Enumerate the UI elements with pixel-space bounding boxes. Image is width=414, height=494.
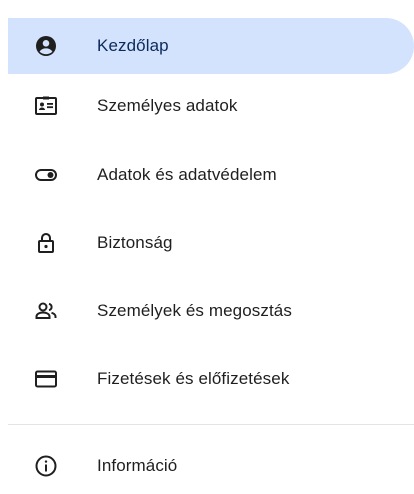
nav-item-label: Biztonság (97, 233, 173, 252)
lock-icon (34, 231, 58, 255)
id-card-icon (34, 94, 58, 118)
people-icon (34, 299, 58, 323)
nav-item-label: Információ (97, 456, 178, 475)
nav-item-home[interactable]: Kezdőlap (8, 18, 414, 74)
nav-item-about[interactable]: Információ (8, 438, 414, 494)
nav-item-people-sharing[interactable]: Személyek és megosztás (8, 283, 414, 339)
nav-item-security[interactable]: Biztonság (8, 215, 414, 271)
nav-item-label: Személyek és megosztás (97, 301, 292, 320)
toggle-icon (34, 163, 58, 187)
nav-item-label: Kezdőlap (97, 36, 169, 55)
nav-item-label: Adatok és adatvédelem (97, 165, 277, 184)
nav-divider (8, 424, 414, 425)
nav-item-personal-info[interactable]: Személyes adatok (8, 78, 414, 134)
nav-item-label: Fizetések és előfizetések (97, 369, 290, 388)
credit-card-icon (34, 367, 58, 391)
nav-item-label: Személyes adatok (97, 96, 238, 115)
nav-item-payments-subscriptions[interactable]: Fizetések és előfizetések (8, 351, 414, 407)
info-icon (34, 454, 58, 478)
side-navigation: Kezdőlap Személyes adatok Adatok és adat… (0, 0, 414, 484)
account-circle-icon (34, 34, 58, 58)
nav-item-data-privacy[interactable]: Adatok és adatvédelem (8, 147, 414, 203)
